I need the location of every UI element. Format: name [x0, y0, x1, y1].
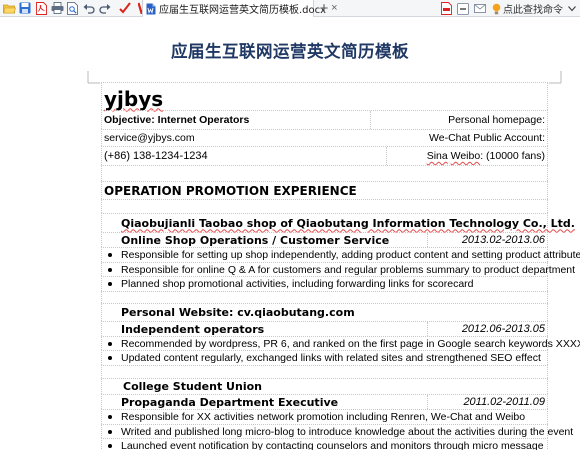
- bullet-text: Responsible for XX activities network pr…: [121, 411, 526, 423]
- lightbulb-icon: [492, 3, 501, 15]
- cell-divider: [370, 111, 371, 129]
- company-name: Personal Website: cv.qiaobutang.com: [121, 306, 355, 319]
- info-row: Objective: Internet Operators Personal h…: [101, 110, 548, 129]
- command-search-label: 点此查找命令: [503, 5, 563, 16]
- cell-divider: [427, 233, 428, 247]
- document-title: 应届生互联网运营英文简历模板: [171, 42, 409, 61]
- format-painter-icon[interactable]: [118, 1, 132, 15]
- print-icon[interactable]: [50, 1, 64, 15]
- job-dates: 2011.02-2011.09: [463, 396, 545, 408]
- bullet-text: Responsible for online Q & A for custome…: [121, 263, 576, 276]
- weibo-sina: Sina: [426, 150, 448, 162]
- wechat-label: We-Chat Public Account:: [429, 132, 545, 144]
- bullet-text: Updated content regularly, exchanged lin…: [121, 352, 541, 364]
- job-title: Propaganda Department Executive: [121, 395, 339, 409]
- experience-company-row: Qiaobujianli Taobao shop of Qiaobutang I…: [101, 213, 575, 232]
- new-tab-icon[interactable]: +: [317, 0, 331, 17]
- document-tab[interactable]: 应届生互联网运营英文简历模板.docx ×: [142, 0, 338, 17]
- bullet-item: Planned shop promotional activities, inc…: [101, 276, 548, 291]
- folder-open-icon[interactable]: [2, 1, 16, 15]
- bullet-icon: [108, 429, 112, 434]
- bullet-item: Launched event notification by contactin…: [101, 438, 548, 450]
- bullet-icon: [108, 356, 112, 360]
- tab-close-icon[interactable]: ×: [331, 3, 337, 14]
- bullet-item: Recommended by wordpress, PR 6, and rank…: [101, 336, 580, 350]
- company-name: Qiaobujianli Taobao shop of Qiaobutang I…: [102, 217, 577, 230]
- export-pdf-icon[interactable]: [439, 2, 453, 16]
- bullet-item: Responsible for online Q & A for custome…: [101, 262, 575, 276]
- experience-company-row: College Student Union: [101, 378, 548, 394]
- pdf-icon[interactable]: [34, 1, 48, 15]
- job-dates: 2013.02-2013.06: [461, 234, 545, 246]
- company-text: Qiaobujianli Taobao shop of Qiaobutang I…: [121, 216, 575, 230]
- name-row: yjbys: [101, 82, 548, 111]
- save-icon[interactable]: [18, 1, 32, 15]
- info-row: service@yjbys.com We-Chat Public Account…: [101, 129, 548, 146]
- experience-role-row: Propaganda Department Executive 2011.02-…: [101, 394, 548, 409]
- weibo-word: Weibo: [450, 150, 481, 162]
- job-title: Online Shop Operations / Customer Servic…: [121, 233, 390, 247]
- right-toolbar: 点此查找命令: [439, 0, 580, 17]
- section-row: OPERATION PROMOTION EXPERIENCE: [101, 181, 548, 199]
- weibo-fans: : (10000 fans): [480, 150, 545, 162]
- mail-icon[interactable]: [473, 2, 487, 16]
- bullet-icon: [108, 415, 112, 419]
- title-bar: 应届生互联网运营英文简历模板.docx × + 点此查找命令: [0, 0, 580, 17]
- spacer-row: [101, 291, 548, 303]
- bullet-item: Writed and published long micro-blog to …: [101, 424, 573, 438]
- tab-title: 应届生互联网运营英文简历模板.docx: [159, 5, 327, 16]
- print-preview-icon[interactable]: [66, 1, 80, 15]
- candidate-name: yjbys: [104, 86, 164, 111]
- minimize-icon[interactable]: [456, 2, 470, 16]
- experience-role-row: Online Shop Operations / Customer Servic…: [101, 232, 548, 247]
- objective: Objective: Internet Operators: [104, 114, 250, 126]
- bullet-text: Planned shop promotional activities, inc…: [121, 278, 474, 290]
- doc-icon: [146, 3, 156, 15]
- cell-divider: [427, 395, 428, 409]
- quick-access-toolbar: [0, 0, 154, 17]
- spacer-row: [101, 365, 548, 378]
- bullet-text: Launched event notification by contactin…: [121, 440, 544, 450]
- bullet-item: Updated content regularly, exchanged lin…: [101, 350, 548, 365]
- bullet-icon: [108, 253, 112, 257]
- job-title: Independent operators: [121, 322, 265, 336]
- undo-icon[interactable]: [82, 1, 96, 15]
- company-name: College Student Union: [123, 380, 262, 393]
- resume-table: yjbys Objective: Internet Operators Pers…: [101, 82, 580, 450]
- section-heading: OPERATION PROMOTION EXPERIENCE: [104, 183, 357, 198]
- bullet-item: Responsible for setting up shop independ…: [101, 247, 580, 262]
- command-search[interactable]: 点此查找命令: [492, 1, 563, 16]
- bullet-text: Writed and published long micro-blog to …: [121, 425, 574, 438]
- experience-role-row: Independent operators 2012.06-2013.05: [101, 321, 548, 336]
- bullet-icon: [108, 267, 112, 272]
- spacer-row: [101, 165, 548, 181]
- bullet-icon: [108, 341, 112, 346]
- phone: (+86) 138-1234-1234: [104, 150, 208, 162]
- redo-icon[interactable]: [98, 1, 112, 15]
- spacer-row: [101, 199, 548, 213]
- homepage-label: Personal homepage:: [448, 114, 545, 126]
- info-row: (+86) 138-1234-1234 Sina Weibo: (10000 f…: [101, 146, 548, 165]
- bullet-icon: [108, 282, 112, 286]
- weibo-label: Sina Weibo: (10000 fans): [425, 150, 547, 162]
- cell-divider: [386, 147, 387, 165]
- cell-divider: [427, 322, 428, 336]
- bullet-icon: [108, 444, 112, 448]
- job-dates: 2012.06-2013.05: [461, 323, 545, 335]
- bullet-item: Responsible for XX activities network pr…: [101, 409, 548, 424]
- bullet-text: Responsible for setting up shop independ…: [121, 249, 580, 261]
- document-canvas[interactable]: 应届生互联网运营英文简历模板 yjbys Objective: Internet…: [0, 18, 580, 450]
- chevron-down-icon[interactable]: [565, 2, 579, 16]
- experience-company-row: Personal Website: cv.qiaobutang.com: [101, 303, 548, 321]
- bullet-text: Recommended by wordpress, PR 6, and rank…: [121, 337, 580, 350]
- email: service@yjbys.com: [104, 132, 195, 144]
